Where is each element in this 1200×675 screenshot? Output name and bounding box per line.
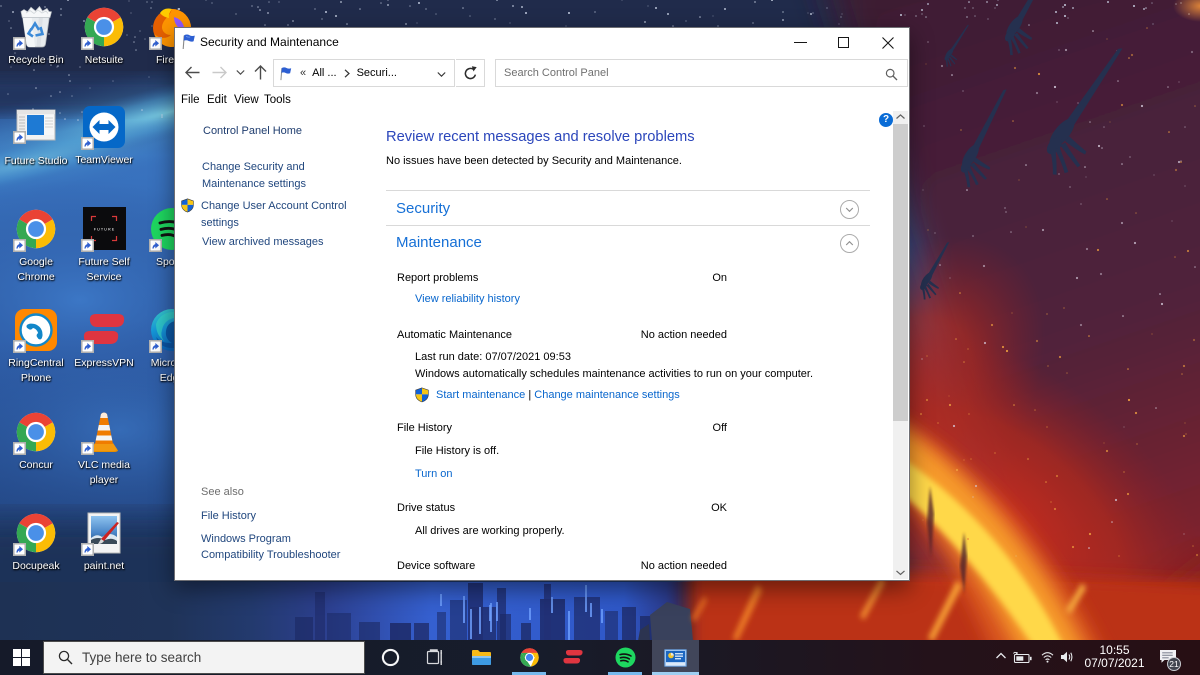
svg-text:FUTURE: FUTURE: [94, 228, 116, 232]
